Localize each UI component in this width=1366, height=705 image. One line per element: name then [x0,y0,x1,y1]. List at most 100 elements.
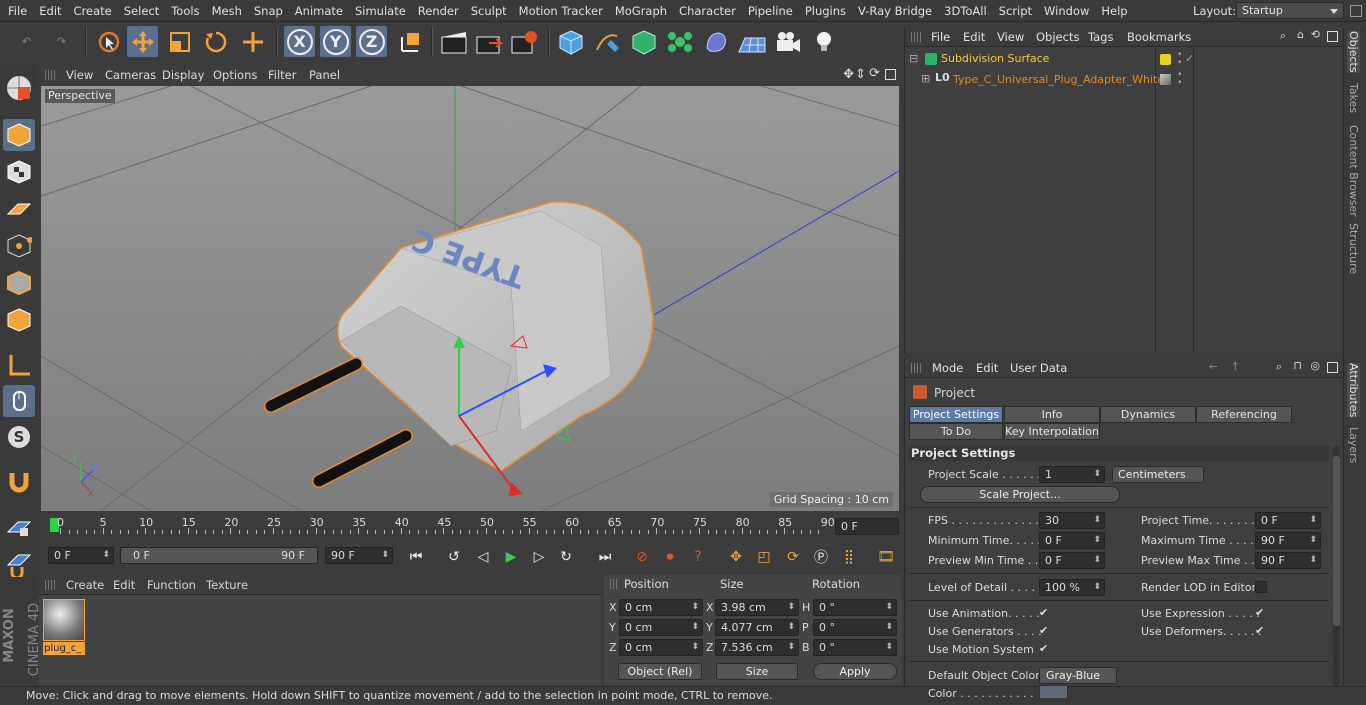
viewport-menu-options[interactable]: Options [213,65,257,85]
search-icon[interactable]: ⌕ [1280,29,1286,43]
autokey-icon[interactable]: ⏺ [657,545,683,569]
object-menu-bookmarks[interactable]: Bookmarks [1127,27,1191,47]
menu-tools[interactable]: Tools [165,0,205,22]
viewport-nav-move-icon[interactable]: ✥ [843,67,854,82]
edges-mode-icon[interactable] [3,267,35,299]
layer-color-swatch[interactable] [1160,54,1171,65]
side-tab-content-browser[interactable]: Content Browser [1347,125,1360,217]
preview-max-time-field[interactable]: 90 F [1255,552,1321,569]
menu-simulate[interactable]: Simulate [349,0,412,22]
material-menu-function[interactable]: Function [147,575,196,595]
material-grip[interactable] [45,580,55,590]
viewport-grip[interactable] [45,70,55,80]
home-icon[interactable]: ⌂ [1297,28,1304,41]
material-menu-texture[interactable]: Texture [206,575,248,595]
tab-to-do[interactable]: To Do [909,423,1003,440]
live-selection-icon[interactable] [92,25,125,58]
object-menu-file[interactable]: File [931,27,950,47]
end-frame-field[interactable]: 90 F [325,547,393,564]
start-frame-field[interactable]: 0 F [48,547,114,564]
snap-magnet-icon[interactable] [3,466,35,498]
tweak-mode-icon[interactable] [3,385,35,417]
previous-key-icon[interactable]: ↺ [441,545,467,569]
side-tab-objects[interactable]: Objects [1347,31,1360,73]
position-x-field[interactable]: 0 cm [619,599,703,616]
menu-plugins[interactable]: Plugins [799,0,852,22]
material-name[interactable]: plug_c_ [43,642,85,655]
pen-spline-icon[interactable] [590,25,623,58]
render-settings-icon[interactable] [507,25,540,58]
model-mode-icon[interactable] [3,119,35,151]
floor-icon[interactable] [735,25,768,58]
project-scale-unit-select[interactable]: Centimeters [1112,466,1204,483]
make-editable-icon[interactable] [3,72,35,104]
side-tab-structure[interactable]: Structure [1347,223,1360,274]
redo-icon[interactable]: ↷ [45,25,78,58]
menu-pipeline[interactable]: Pipeline [742,0,799,22]
menu-help[interactable]: Help [1095,0,1133,22]
tab-project-settings[interactable]: Project Settings [909,406,1003,423]
keyframe-selection-icon[interactable]: ? [685,545,711,569]
arrow-up-icon[interactable]: ↑ [1231,360,1240,373]
key-rotation-icon[interactable]: ⟳ [780,545,806,569]
size-y-field[interactable]: 4.077 cm [715,619,799,636]
default-object-color-select[interactable]: Gray-Blue [1039,667,1117,684]
tab-info[interactable]: Info [1004,406,1100,423]
side-tab-takes[interactable]: Takes [1347,83,1360,113]
object-row-plug[interactable]: ⊞ L0 Type_C_Universal_Plug_Adapter_White… [905,70,1342,89]
use-expression-checkbox[interactable]: ✔ [1255,607,1267,619]
tree-collapse-icon[interactable]: ⊟ [909,52,918,65]
lock-icon[interactable]: ⊓ [1293,359,1302,372]
object-grip[interactable] [911,32,921,42]
transform-icon[interactable] [236,25,269,58]
texture-mode-icon[interactable] [3,156,35,188]
menu-mesh[interactable]: Mesh [206,0,248,22]
play-icon[interactable]: ▶ [498,545,524,569]
preview-range-slider[interactable]: 0 F 90 F [120,547,318,564]
size-mode-select[interactable]: Size [716,663,798,680]
attribute-menu-edit[interactable]: Edit [976,358,998,378]
menu-mograph[interactable]: MoGraph [609,0,673,22]
minimum-time-field[interactable]: 0 F [1039,532,1105,549]
menu-sculpt[interactable]: Sculpt [465,0,513,22]
size-x-field[interactable]: 3.98 cm [715,599,799,616]
object-name[interactable]: Subdivision Surface [941,52,1049,65]
x-axis-toggle[interactable]: X [283,25,316,58]
new-window-icon[interactable] [1327,362,1338,373]
object-name[interactable]: Type_C_Universal_Plug_Adapter_White [953,73,1164,86]
position-z-field[interactable]: 0 cm [619,639,703,656]
menu-create[interactable]: Create [68,0,118,22]
viewport-nav-zoom-icon[interactable]: ⇕ [855,67,866,82]
y-axis-toggle[interactable]: Y [319,25,352,58]
timeline-window-icon[interactable]: 🎞 [873,545,899,569]
object-menu-tags[interactable]: Tags [1088,27,1113,47]
menu-snap[interactable]: Snap [248,0,289,22]
menu-script[interactable]: Script [993,0,1038,22]
menu-3dtoall[interactable]: 3DToAll [938,0,993,22]
attribute-menu-mode[interactable]: Mode [932,358,963,378]
menu-motion-tracker[interactable]: Motion Tracker [513,0,609,22]
next-key-icon[interactable]: ↻ [553,545,579,569]
render-view-icon[interactable] [437,25,470,58]
material-menu-create[interactable]: Create [66,575,104,595]
cloner-icon[interactable] [663,25,696,58]
viewport-nav-rotate-icon[interactable]: ⟳ [869,66,880,81]
use-deformers-checkbox[interactable]: ✔ [1255,625,1267,637]
side-tab-layers[interactable]: Layers [1347,427,1360,463]
next-frame-icon[interactable]: ▷ [526,545,552,569]
use-animation-checkbox[interactable]: ✔ [1039,607,1051,619]
timeline-ruler[interactable]: 0 5 10 15 20 25 30 35 40 45 50 55 60 65 70 75 80 85 90 0 F [39,512,901,542]
scale-icon[interactable] [163,25,196,58]
go-to-end-icon[interactable]: ⏭ [592,545,618,569]
viewport-menu-view[interactable]: View [66,65,93,85]
search-icon[interactable]: ⌕ [1276,360,1282,374]
back-icon[interactable]: ⟲ [1311,28,1320,41]
undo-icon[interactable]: ↶ [10,25,43,58]
use-motion-system-checkbox[interactable]: ✔ [1039,643,1051,655]
scale-project-button[interactable]: Scale Project... [920,486,1120,503]
scrollbar-thumb[interactable] [1333,456,1340,626]
window-icon[interactable] [1350,5,1362,17]
color-swatch[interactable] [1039,685,1068,699]
viewport-menu-filter[interactable]: Filter [268,65,296,85]
record-keys-icon[interactable]: ⊘ [629,545,655,569]
